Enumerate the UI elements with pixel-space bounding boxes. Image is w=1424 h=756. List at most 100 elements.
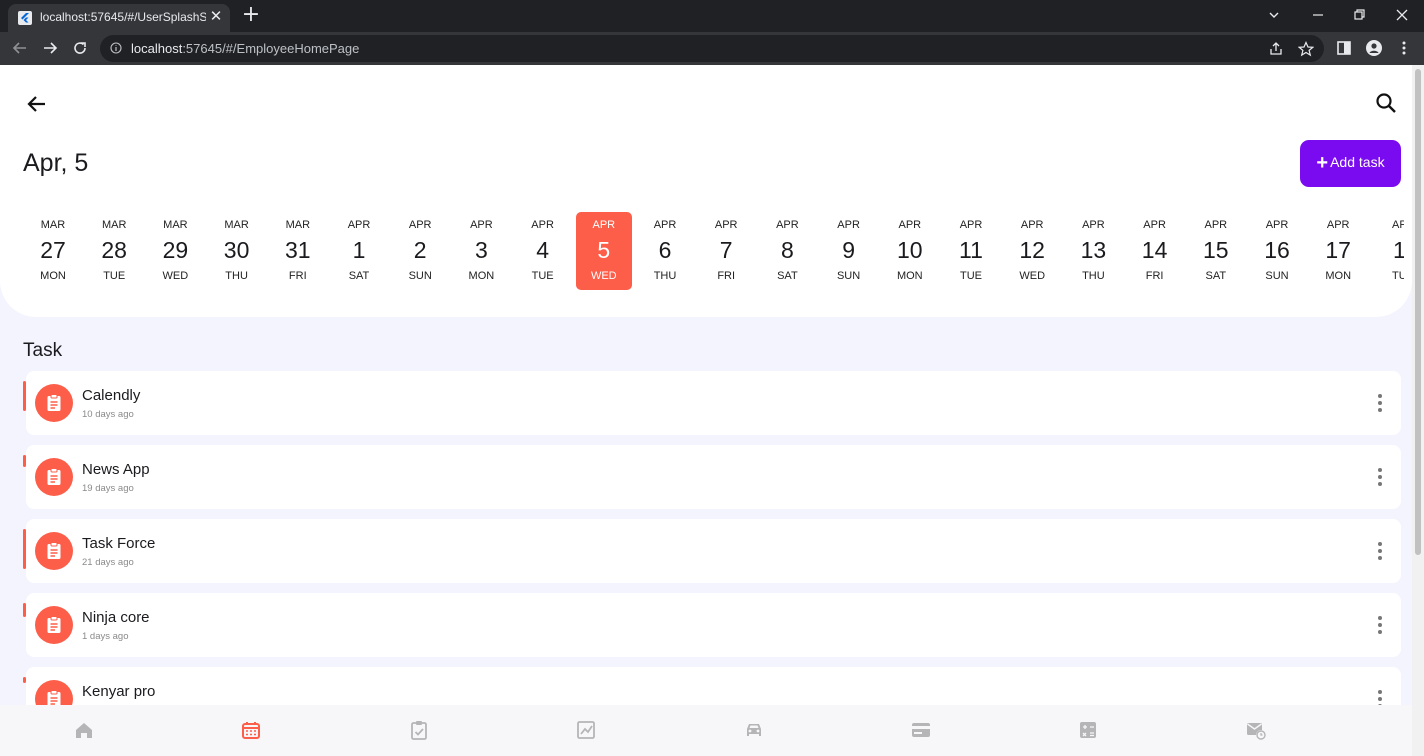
date-item[interactable]: APR 15 SAT	[1188, 212, 1244, 290]
date-weekday: WED	[1019, 270, 1046, 282]
tab-search-icon[interactable]	[1264, 5, 1284, 25]
nav-item-mail-clock[interactable]	[1245, 719, 1267, 741]
more-vert-icon[interactable]	[1373, 391, 1387, 415]
browser-toolbar: localhost:57645/#/EmployeeHomePage	[0, 32, 1424, 65]
date-item-selected[interactable]: APR 5 WED	[575, 212, 632, 290]
add-task-label: Add task	[1330, 154, 1385, 170]
date-item[interactable]: MAR 30 THU	[209, 212, 265, 290]
search-icon[interactable]	[1374, 91, 1398, 115]
date-number: 8	[780, 237, 794, 263]
date-number: 17	[1325, 237, 1351, 263]
date-weekday: MON	[468, 270, 495, 282]
date-item[interactable]: APR 14 FRI	[1127, 212, 1183, 290]
address-bar[interactable]: localhost:57645/#/EmployeeHomePage	[100, 35, 1324, 62]
close-window-icon[interactable]	[1392, 5, 1412, 25]
date-month: MAR	[224, 219, 249, 231]
date-item[interactable]: MAR 29 WED	[147, 212, 203, 290]
credit-card-icon	[912, 723, 930, 737]
date-number: 28	[101, 237, 127, 263]
date-item[interactable]: APR 9 SUN	[821, 212, 877, 290]
browser-tab-strip: localhost:57645/#/UserSplashScreen ✕ +	[0, 0, 1424, 32]
more-vert-icon[interactable]	[1373, 465, 1387, 489]
scrollbar-thumb[interactable]	[1415, 69, 1421, 555]
nav-item-chart[interactable]	[575, 719, 597, 741]
date-item[interactable]: APR 6 THU	[637, 212, 693, 290]
minimize-icon[interactable]	[1308, 5, 1328, 25]
chart-icon	[577, 721, 596, 739]
task-status-bar	[23, 455, 26, 467]
task-card[interactable]: Task Force 21 days ago	[23, 519, 1401, 583]
date-month: APR	[714, 219, 738, 231]
nav-item-home[interactable]	[73, 719, 95, 741]
profile-icon[interactable]	[1366, 40, 1382, 56]
task-status-bar	[23, 677, 26, 683]
browser-forward-icon[interactable]	[41, 39, 59, 57]
url-text: localhost:57645/#/EmployeeHomePage	[131, 41, 359, 56]
restore-icon[interactable]	[1349, 5, 1369, 25]
date-item[interactable]: AP 1 TU	[1371, 212, 1404, 290]
back-arrow-icon[interactable]	[25, 92, 49, 116]
date-item[interactable]: MAR 31 FRI	[270, 212, 326, 290]
more-menu-icon[interactable]	[1396, 40, 1412, 56]
date-item[interactable]: APR 3 MON	[453, 212, 509, 290]
date-month: APR	[1143, 219, 1166, 231]
nav-item-calendar[interactable]	[240, 719, 262, 741]
date-item[interactable]: APR 17 MON	[1310, 212, 1366, 290]
date-item[interactable]: APR 8 SAT	[759, 212, 815, 290]
reload-icon[interactable]	[71, 39, 89, 57]
browser-back-icon[interactable]	[11, 39, 29, 57]
date-weekday: MON	[1325, 270, 1352, 282]
share-icon[interactable]	[1268, 41, 1284, 57]
date-month: MAR	[40, 219, 66, 231]
new-tab-icon[interactable]: +	[240, 4, 262, 26]
date-weekday: FRI	[288, 270, 307, 282]
task-card[interactable]: Calendly 10 days ago	[23, 371, 1401, 435]
nav-item-car[interactable]	[743, 719, 765, 741]
more-vert-icon[interactable]	[1373, 539, 1387, 563]
more-vert-icon[interactable]	[1373, 687, 1387, 705]
date-month: APR	[1326, 219, 1350, 231]
date-item[interactable]: MAR 28 TUE	[86, 212, 142, 290]
header-card: Apr, 5 + Add task MAR 27 MON MAR 28 TUE MAR 29 WE…	[0, 65, 1412, 317]
date-item[interactable]: APR 13 THU	[1065, 212, 1121, 290]
date-item[interactable]: APR 12 WED	[1004, 212, 1060, 290]
browser-tab[interactable]: localhost:57645/#/UserSplashScreen ✕	[8, 4, 230, 32]
bookmark-star-icon[interactable]	[1298, 41, 1314, 57]
date-item[interactable]: APR 16 SUN	[1249, 212, 1305, 290]
date-item[interactable]: APR 2 SUN	[392, 212, 448, 290]
scrollbar[interactable]	[1412, 65, 1424, 756]
task-card[interactable]: News App 19 days ago	[23, 445, 1401, 509]
task-time: 10 days ago	[82, 409, 134, 420]
add-task-button[interactable]: + Add task	[1300, 140, 1401, 187]
date-weekday: FRI	[1145, 270, 1164, 282]
url-path: :57645/#/EmployeeHomePage	[182, 41, 360, 56]
date-weekday: THU	[1082, 270, 1105, 282]
home-icon	[76, 723, 92, 738]
task-name: Ninja core	[82, 609, 150, 626]
date-month: APR	[776, 219, 799, 231]
nav-item-calculator[interactable]	[1077, 719, 1099, 741]
task-card[interactable]: Ninja core 1 days ago	[23, 593, 1401, 657]
date-item[interactable]: MAR 27 MON	[25, 212, 81, 290]
nav-item-clipboard-check[interactable]	[408, 719, 430, 741]
site-info-icon[interactable]	[110, 42, 122, 54]
nav-item-credit-card[interactable]	[910, 719, 932, 741]
date-picker-strip[interactable]: MAR 27 MON MAR 28 TUE MAR 29 WED MAR 30 THU MAR 31 FRI…	[0, 212, 1404, 292]
side-panel-icon[interactable]	[1336, 40, 1352, 56]
date-month: APR	[1082, 219, 1105, 231]
date-item[interactable]: APR 11 TUE	[943, 212, 999, 290]
task-card[interactable]: Kenyar pro	[23, 667, 1401, 705]
date-item[interactable]: APR 1 SAT	[331, 212, 387, 290]
close-tab-icon[interactable]: ✕	[208, 9, 224, 25]
more-vert-icon[interactable]	[1373, 613, 1387, 637]
date-number: 31	[285, 237, 311, 263]
task-icon	[35, 532, 73, 570]
date-month: AP	[1392, 219, 1404, 231]
plus-icon: +	[1316, 152, 1329, 174]
date-month: APR	[837, 219, 860, 231]
task-status-bar	[23, 529, 26, 569]
date-item[interactable]: APR 10 MON	[882, 212, 938, 290]
date-number: 3	[474, 237, 488, 263]
date-item[interactable]: APR 7 FRI	[698, 212, 754, 290]
date-item[interactable]: APR 4 TUE	[515, 212, 571, 290]
